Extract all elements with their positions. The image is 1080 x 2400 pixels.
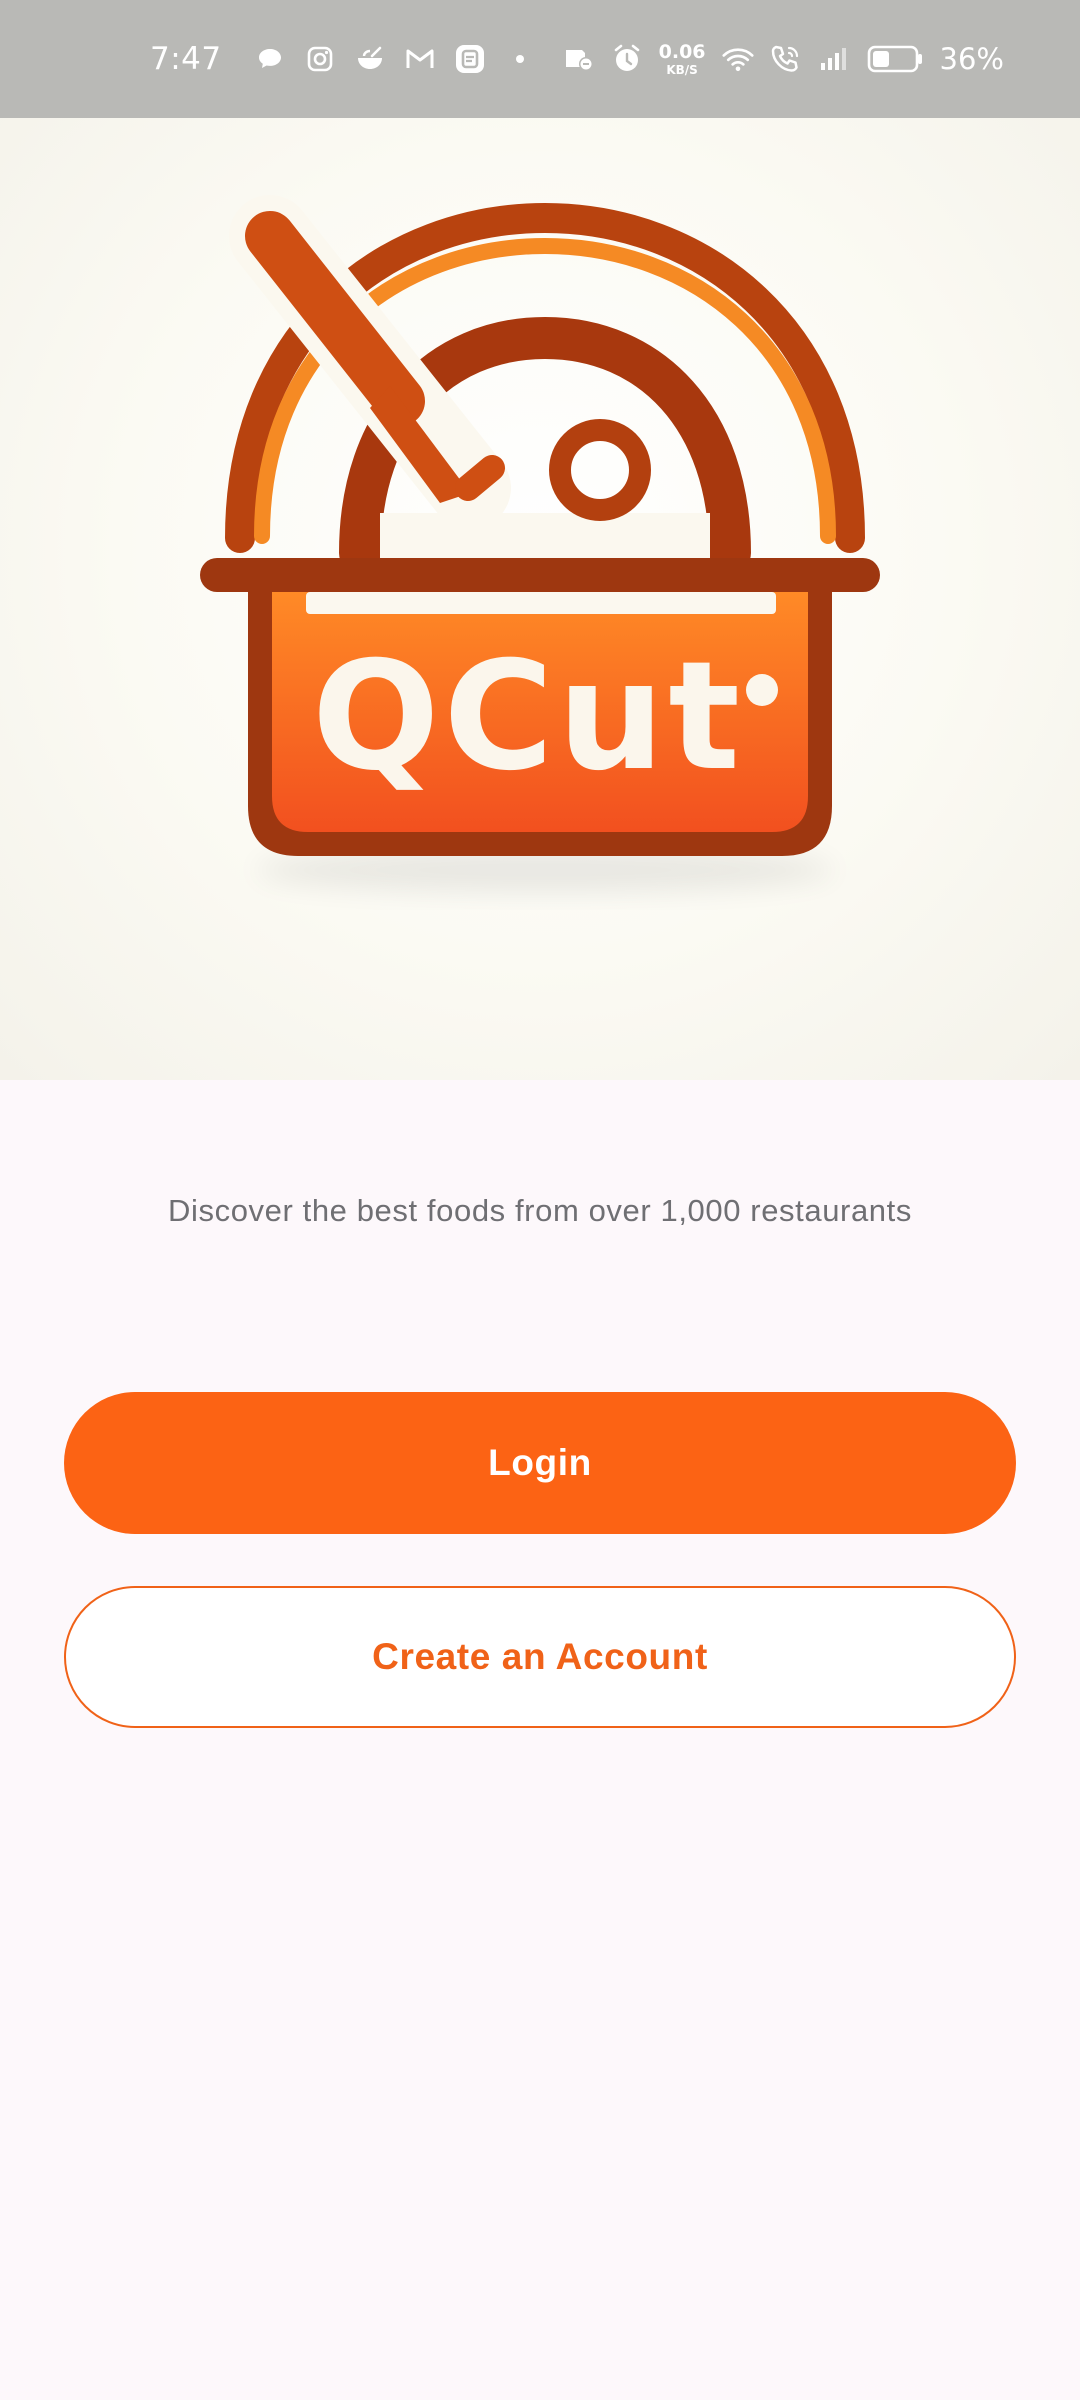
battery-icon [866, 43, 924, 75]
logo-dot [746, 674, 778, 706]
bowl-icon [354, 43, 386, 75]
status-bar-left: 7:47 [150, 41, 536, 77]
login-button[interactable]: Login [64, 1392, 1016, 1534]
do-not-disturb-icon [563, 43, 595, 75]
logo-knob [549, 419, 651, 521]
dot-icon [504, 43, 536, 75]
signal-icon [818, 43, 850, 75]
create-account-button[interactable]: Create an Account [64, 1586, 1016, 1728]
status-time: 7:47 [150, 41, 222, 77]
chat-bubble-icon [254, 43, 286, 75]
gmail-icon [404, 43, 436, 75]
app-notification-icon [454, 43, 486, 75]
app-logo: QCut [200, 195, 880, 892]
wifi-icon [721, 43, 754, 75]
logo-pot-band [306, 592, 776, 614]
network-speed-unit: KB/S [666, 62, 698, 77]
network-speed: 0.06 KB/S [658, 40, 706, 77]
instagram-icon [304, 43, 336, 75]
hero-logo-area: QCut [0, 118, 1080, 1080]
tagline: Discover the best foods from over 1,000 … [168, 1193, 912, 1228]
alarm-icon [611, 43, 643, 75]
battery-percent: 36% [939, 42, 1004, 76]
create-account-button-label: Create an Account [372, 1636, 708, 1677]
status-bar-right: 0.06 KB/S 36% [563, 42, 1004, 76]
logo-text: QCut [312, 630, 744, 804]
logo-pot-rim [200, 558, 880, 592]
network-speed-value: 0.06 [658, 40, 706, 63]
wifi-calling-icon [770, 43, 802, 75]
login-button-label: Login [488, 1442, 592, 1483]
status-bar: 7:47 0.06 KB/S 36% [0, 0, 1080, 118]
